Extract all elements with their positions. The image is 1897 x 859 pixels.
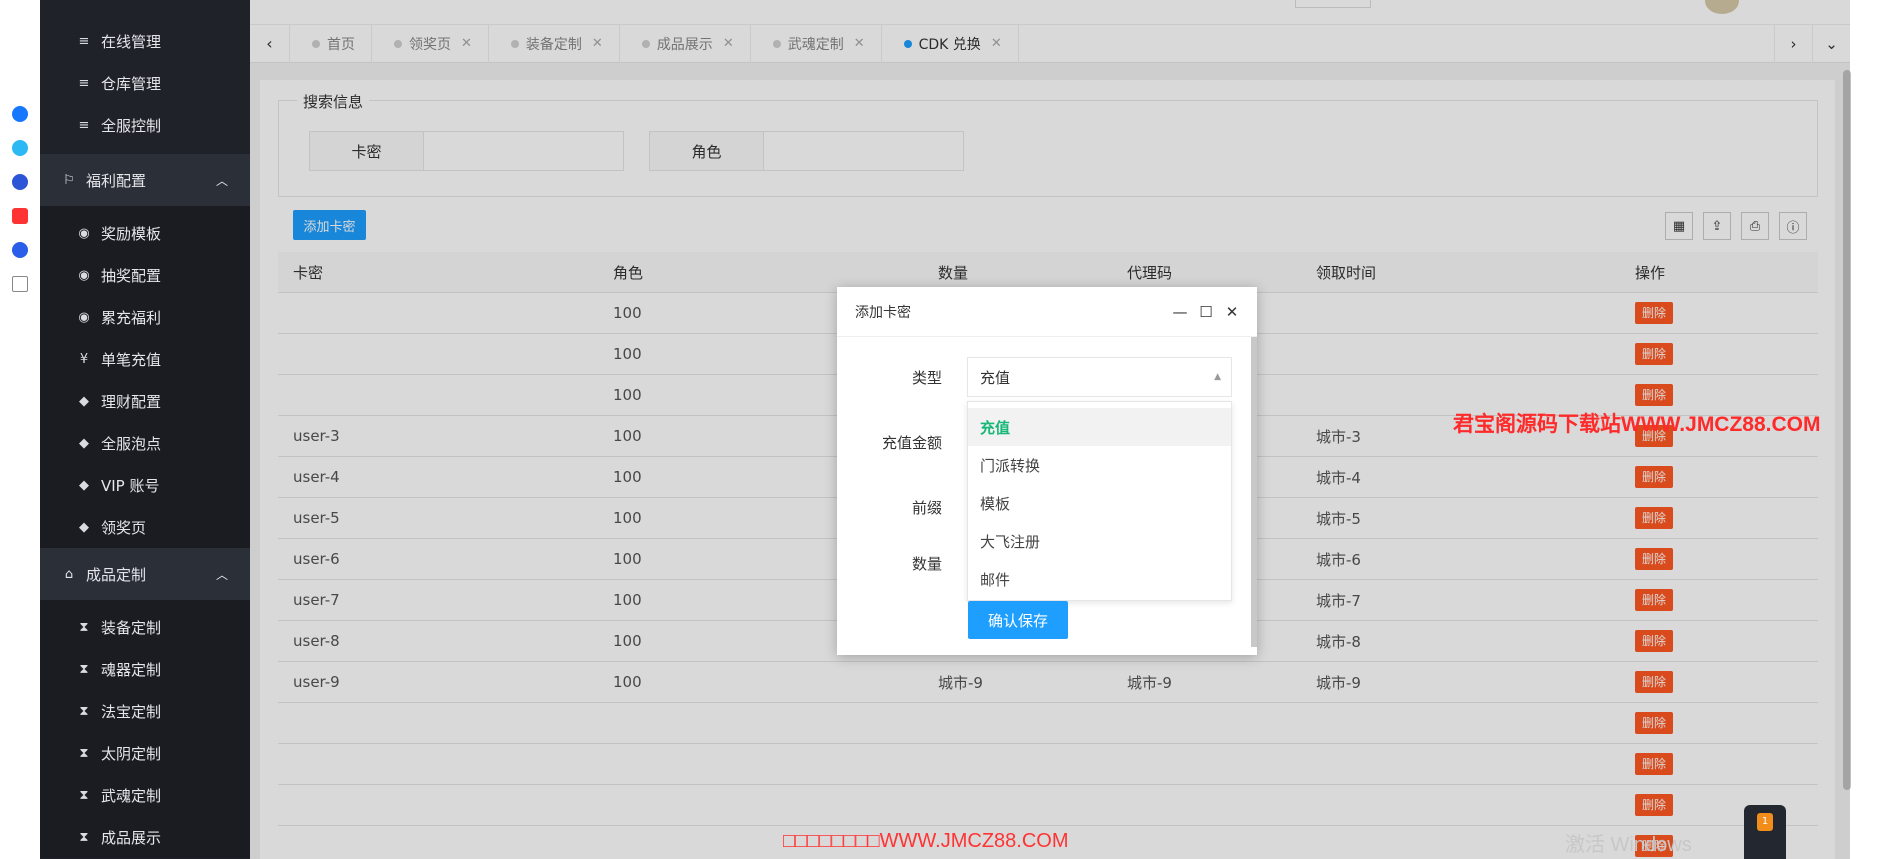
sidebar-item[interactable]: ◉ 奖励模板: [40, 212, 250, 254]
sidebar-item[interactable]: ≡ 全服控制: [40, 104, 250, 146]
sidebar-item[interactable]: ◆ 理财配置: [40, 380, 250, 422]
hourglass-icon: ⧗: [79, 619, 89, 635]
minimize-icon[interactable]: —: [1169, 301, 1191, 323]
sidebar-item-label: 奖励模板: [101, 224, 162, 243]
count-label: 数量: [911, 555, 942, 573]
sidebar-group-products[interactable]: ⌂ 成品定制 ︿: [40, 548, 250, 600]
tag-icon: ◆: [79, 435, 89, 451]
menu-icon: ≡: [78, 33, 90, 49]
menu-icon: ≡: [78, 117, 90, 133]
watermark-side: 君宝阁源码下载站WWW.JMCZ88.COM: [1453, 413, 1821, 436]
sidebar-item[interactable]: ◆ 领奖页: [40, 506, 250, 548]
home-icon: ⌂: [64, 566, 74, 582]
sidebar-item-label: 理财配置: [101, 392, 162, 411]
watermark-bottom: □□□□□□□□WWW.JMCZ88.COM: [783, 830, 1069, 852]
type-option[interactable]: 门派转换: [968, 446, 1231, 484]
palette-icon: ◉: [78, 309, 90, 325]
hourglass-icon: ⧗: [79, 787, 89, 803]
prefix-label: 前缀: [911, 499, 942, 517]
flag-icon: ⚐: [63, 172, 75, 188]
sidebar-item-label: 仓库管理: [101, 74, 162, 93]
sidebar-item-label: 抽奖配置: [101, 266, 162, 285]
type-option[interactable]: 大飞注册: [968, 522, 1231, 560]
type-dropdown: 充值 门派转换 模板 大飞注册 邮件: [967, 401, 1232, 601]
sidebar-group-label: 成品定制: [86, 565, 147, 584]
dialog-scrollbar[interactable]: [1251, 337, 1257, 647]
sidebar-item[interactable]: ⧗ 太阴定制: [40, 732, 250, 774]
close-icon[interactable]: ✕: [1221, 301, 1243, 323]
type-option[interactable]: 邮件: [968, 560, 1231, 598]
sidebar-item[interactable]: ⧗ 成品展示: [40, 816, 250, 858]
caret-up-icon: ▲: [1214, 372, 1221, 382]
sidebar-group-welfare[interactable]: ⚐ 福利配置 ︿: [40, 154, 250, 206]
tag-icon: ◆: [79, 519, 89, 535]
type-option[interactable]: 充值: [968, 408, 1231, 446]
app-icon-5[interactable]: [12, 242, 28, 258]
type-option[interactable]: 模板: [968, 484, 1231, 522]
floating-widget[interactable]: 1: [1744, 805, 1786, 859]
sidebar-item[interactable]: ¥ 单笔充值: [40, 338, 250, 380]
sidebar-item-label: 领奖页: [101, 518, 147, 537]
sidebar: ≡ 在线管理 ≡ 仓库管理 ≡ 全服控制 ⚐ 福利配置 ︿ ◉ 奖励模板 ◉ 抽奖配置 ◉ 累充福利…: [40, 0, 250, 859]
sidebar-item[interactable]: ⧗ 魂器定制: [40, 648, 250, 690]
type-select[interactable]: 充值 ▲: [967, 357, 1232, 397]
confirm-save-button[interactable]: 确认保存: [968, 601, 1068, 639]
tag-icon: ◆: [79, 393, 89, 409]
tag-icon: ◆: [79, 477, 89, 493]
sidebar-item-label: 魂器定制: [101, 660, 162, 679]
dialog-title: 添加卡密: [855, 304, 911, 321]
sidebar-item-label: 单笔充值: [101, 350, 162, 369]
sidebar-item-label: 在线管理: [101, 32, 162, 51]
sidebar-item[interactable]: ⧗ 武魂定制: [40, 774, 250, 816]
sidebar-item[interactable]: ⧗ 法宝定制: [40, 690, 250, 732]
sidebar-item-label: 法宝定制: [101, 702, 162, 721]
activate-windows-watermark: 激活 Windows: [1565, 834, 1692, 856]
type-label: 类型: [911, 369, 942, 387]
hourglass-icon: ⧗: [79, 703, 89, 719]
amount-label: 充值金额: [881, 434, 942, 452]
sidebar-item[interactable]: ⧗ 装备定制: [40, 606, 250, 648]
type-select-value: 充值: [980, 368, 1011, 387]
app-icon-3[interactable]: [12, 174, 28, 190]
chevron-up-icon: ︿: [215, 173, 228, 188]
hourglass-icon: ⧗: [79, 745, 89, 761]
palette-icon: ◉: [78, 225, 90, 241]
sidebar-item-label: 累充福利: [101, 308, 162, 327]
maximize-icon[interactable]: ☐: [1195, 301, 1217, 323]
sidebar-item[interactable]: ◉ 累充福利: [40, 296, 250, 338]
app-icon-6[interactable]: [12, 276, 28, 292]
menu-icon: ≡: [78, 75, 90, 91]
chevron-up-icon: ︿: [215, 567, 228, 582]
app-icon-2[interactable]: [12, 140, 28, 156]
sidebar-group-label: 福利配置: [86, 171, 147, 190]
sidebar-item-label: 装备定制: [101, 618, 162, 637]
notification-badge: 1: [1757, 813, 1773, 831]
sidebar-item-label: 太阴定制: [101, 744, 162, 763]
app-icon-1[interactable]: [12, 106, 28, 122]
sidebar-item-label: 成品展示: [101, 828, 162, 847]
sidebar-item[interactable]: ◆ 全服泡点: [40, 422, 250, 464]
sidebar-item-label: 武魂定制: [101, 786, 162, 805]
sidebar-item-label: 全服泡点: [101, 434, 162, 453]
hourglass-icon: ⧗: [79, 661, 89, 677]
sidebar-item-label: VIP 账号: [101, 476, 160, 495]
palette-icon: ◉: [78, 267, 90, 283]
add-card-dialog: 添加卡密 — ☐ ✕ 类型 充值 ▲ 充值金额 前缀 数量 充值 门派转换 模板 大飞…: [837, 287, 1257, 655]
hourglass-icon: ⧗: [79, 829, 89, 845]
app-dock: [0, 0, 40, 859]
yen-icon: ¥: [79, 351, 89, 367]
app-icon-4[interactable]: [12, 208, 28, 224]
sidebar-item[interactable]: ≡ 仓库管理: [40, 62, 250, 104]
sidebar-item[interactable]: ≡ 在线管理: [40, 20, 250, 62]
sidebar-item[interactable]: ◉ 抽奖配置: [40, 254, 250, 296]
sidebar-item-label: 全服控制: [101, 116, 162, 135]
right-edge: [1851, 0, 1897, 859]
sidebar-item[interactable]: ◆ VIP 账号: [40, 464, 250, 506]
